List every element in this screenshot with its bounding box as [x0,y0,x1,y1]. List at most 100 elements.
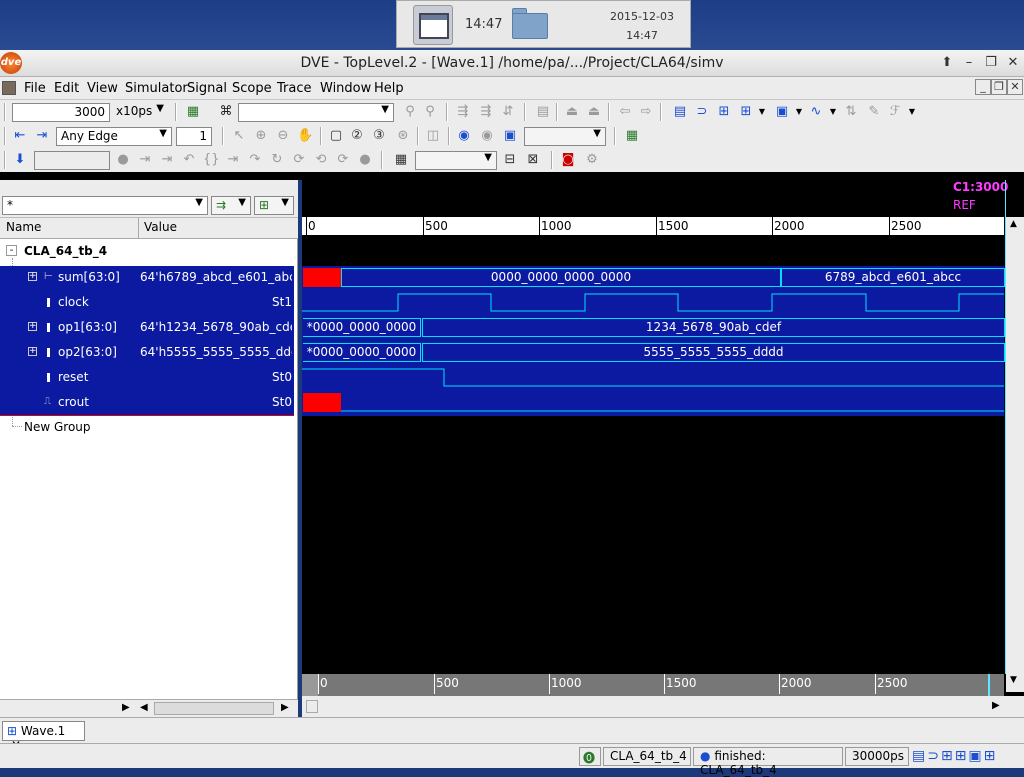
zoom-3-icon[interactable]: ③ [371,128,387,144]
view-icons[interactable]: ▤⊃⊞⊞▣⊞ [912,748,997,764]
counter-icon[interactable]: ▦ [393,152,409,168]
hierarchy-icon[interactable]: ⇅ [843,104,859,120]
column-name[interactable]: Name [6,220,41,234]
wave-row-crout[interactable] [302,391,1004,416]
expand-icon[interactable]: + [28,272,37,281]
marker-icon[interactable]: ◫ [425,128,441,144]
pointer-icon[interactable]: ↖ [231,128,247,144]
source-icon[interactable]: ▣ [774,104,790,120]
find-prev-icon[interactable]: ⚲ [402,104,418,120]
menu-signal[interactable]: Signal [187,81,227,96]
step-over-icon[interactable]: ⇥ [159,152,175,168]
menu-window[interactable]: Window [320,81,371,96]
collapse-icon[interactable]: - [6,245,17,256]
recycle-icon[interactable]: ⟳ [335,152,351,168]
chevron-down-icon[interactable]: ▼ [904,104,920,120]
wave-row-sum[interactable]: 0000_0000_0000_0000 6789_abcd_e601_abcc [302,266,1005,291]
radio-icon[interactable]: ● [115,152,131,168]
filter-select[interactable]: * ▼ [2,196,208,215]
edge-count-input[interactable]: 1 [176,127,212,146]
download-icon[interactable]: ⏏ [586,104,602,120]
down-arrow-icon[interactable]: ⬇ [12,152,28,168]
close-icon[interactable]: ✕ [1004,54,1022,72]
zoom-full-icon[interactable]: ▢ [328,128,344,144]
overview-ruler[interactable]: 0 500 1000 1500 2000 2500 [302,674,1004,696]
path-icon[interactable]: ⊞ [738,104,754,120]
schematic-icon[interactable]: ⊞ [716,104,732,120]
menu-file[interactable]: File [24,81,46,96]
folder-icon[interactable] [512,7,548,39]
driver-icon[interactable]: ⇶ [478,104,494,120]
signal-row[interactable]: ⎍ crout St0 [0,391,294,416]
column-value[interactable]: Value [144,220,177,234]
document-icon[interactable]: ▤ [535,104,551,120]
scroll-right-icon[interactable]: ▶ [281,702,289,713]
force-icon[interactable]: ⊟ [502,152,518,168]
sim-input[interactable] [34,151,110,170]
time-unit-select[interactable]: x10ps ▼ [112,103,168,122]
trace-icon[interactable]: ⇶ [455,104,471,120]
sort-select[interactable]: ⇉ ▼ [211,196,251,215]
wave-view-icon[interactable]: ⊃ [694,104,710,120]
mdi-close-icon[interactable]: ✕ [1007,79,1023,95]
binoculars-icon[interactable]: ⌘ [218,104,234,120]
wave-row-clock[interactable] [302,291,1004,316]
expand-icon[interactable]: + [28,322,37,331]
app-menu-icon[interactable] [2,81,16,95]
signal-row[interactable]: + op1[63:0] 64'h1234_5678_90ab_cdef [0,316,294,341]
next-edge-icon[interactable]: ⇥ [34,128,50,144]
menu-view[interactable]: View [87,81,118,96]
reload-icon[interactable]: ⟲ [313,152,329,168]
step-icon[interactable]: ▦ [185,104,201,120]
release-icon[interactable]: ⊠ [525,152,541,168]
scroll-down-icon[interactable]: ▼ [1010,675,1017,685]
goto-marker-icon[interactable]: ▣ [502,128,518,144]
fsm-icon[interactable]: ℱ [887,104,903,120]
group-name[interactable]: CLA_64_tb_4 [24,244,107,258]
brace-icon[interactable]: {} [203,152,220,168]
menu-help[interactable]: Help [374,81,404,96]
left-scrollbar[interactable]: ▶ ◀ ▶ [0,699,298,717]
minimize-icon[interactable]: – [960,54,978,72]
chevron-down-icon[interactable]: ▼ [754,104,770,120]
expand-icon[interactable]: + [28,347,37,356]
zoom-out-icon[interactable]: ⊖ [275,128,291,144]
chevron-down-icon[interactable]: ▼ [825,104,841,120]
menu-simulator[interactable]: Simulator [125,81,188,96]
view-select[interactable]: ⊞ ▼ [254,196,294,215]
scroll-thumb[interactable] [306,700,318,713]
forward-icon[interactable]: ⇨ [638,104,654,120]
back-icon[interactable]: ⇦ [617,104,633,120]
new-group[interactable]: New Group [24,420,91,434]
goto-prev-icon[interactable]: ◉ [456,128,472,144]
restore-icon[interactable]: ❐ [982,54,1000,72]
zoom-fit-icon[interactable]: ⊛ [395,128,411,144]
signal-row[interactable]: clock St1 [0,291,294,316]
goto-next-icon[interactable]: ◉ [479,128,495,144]
wave-row-op2[interactable]: *0000_0000_0000 5555_5555_5555_dddd [302,341,1005,366]
search-select[interactable]: ▼ [238,103,394,122]
scroll-up-icon[interactable]: ▲ [1010,219,1017,229]
continue-icon[interactable]: ↷ [247,152,263,168]
stop-icon[interactable]: ● [357,152,373,168]
mdi-restore-icon[interactable]: ❐ [991,79,1007,95]
marker-select[interactable]: ▼ [524,127,606,146]
scroll-thumb[interactable] [154,702,274,715]
wave-row-reset[interactable] [302,366,1004,391]
scope-select[interactable]: ▼ [415,151,497,170]
tab-wave[interactable]: ⊞ Wave.1 ✕ [2,721,85,752]
wave-row-op1[interactable]: *0000_0000_0000 1234_5678_90ab_cdef [302,316,1005,341]
dve-window-icon[interactable] [413,5,453,45]
list-view-icon[interactable]: ▤ [672,104,688,120]
time-ruler[interactable]: 0 500 1000 1500 2000 2500 [302,217,1004,237]
analog-icon[interactable]: ∿ [808,104,824,120]
scroll-right-icon[interactable]: ▶ [992,700,1000,711]
menu-trace[interactable]: Trace [277,81,312,96]
signal-row[interactable]: reset St0 [0,366,294,391]
upload-icon[interactable]: ⏏ [564,104,580,120]
step-out-icon[interactable]: ↶ [181,152,197,168]
time-input[interactable]: 3000 [12,103,110,122]
zoom-2-icon[interactable]: ② [349,128,365,144]
edge-select[interactable]: Any Edge ▼ [56,127,172,146]
pan-icon[interactable]: ✋ [297,128,313,144]
